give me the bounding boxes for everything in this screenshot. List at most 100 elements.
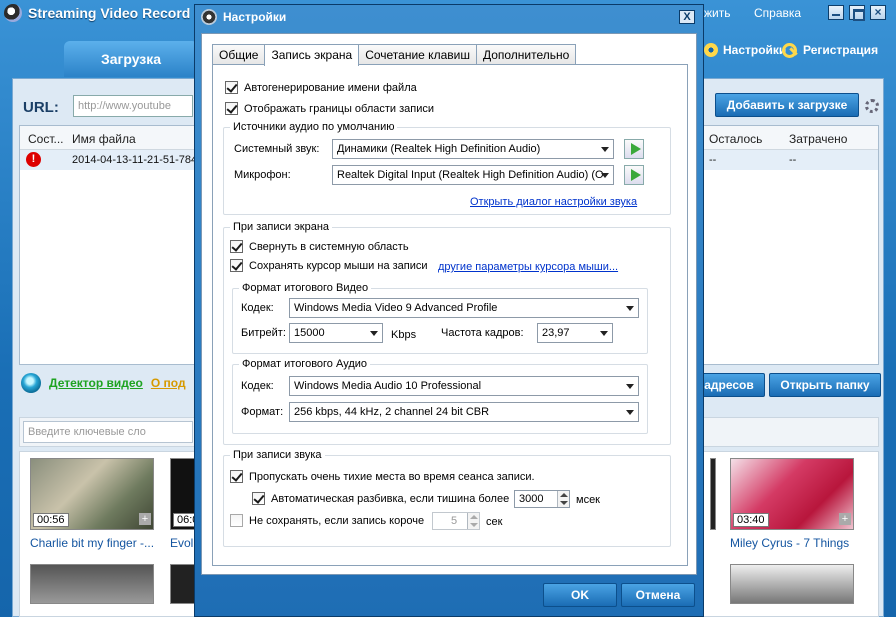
checkbox-label: Сохранять курсор мыши на записи — [249, 259, 428, 272]
checkbox-box[interactable] — [225, 81, 238, 94]
microphone-label: Микрофон: — [234, 169, 291, 181]
checkbox-box[interactable] — [230, 240, 243, 253]
url-label: URL: — [23, 99, 59, 116]
dialog-logo-icon — [201, 9, 217, 25]
chevron-down-icon — [626, 410, 634, 415]
url-input[interactable]: http://www.youtube — [73, 95, 193, 117]
video-thumbnail[interactable]: 03:40 + — [730, 458, 854, 530]
audio-sources-group: Источники аудио по умолчанию Системный з… — [223, 121, 671, 215]
checkbox-label: Свернуть в системную область — [249, 240, 409, 253]
minimize-to-tray-checkbox[interactable]: Свернуть в системную область — [230, 240, 409, 253]
column-status[interactable]: Сост... — [28, 132, 64, 146]
column-remaining[interactable]: Осталось — [709, 132, 762, 146]
audio-format-select[interactable]: 256 kbps, 44 kHz, 2 channel 24 bit CBR — [289, 402, 639, 422]
system-sound-select[interactable]: Динамики (Realtek High Definition Audio) — [332, 139, 614, 159]
checkbox-label: Пропускать очень тихие места во время се… — [249, 470, 535, 483]
video-title[interactable]: Miley Cyrus - 7 Things — [730, 536, 854, 550]
spinner-value: 3000 — [519, 493, 544, 505]
tab-hotkeys[interactable]: Сочетание клавиш — [358, 44, 477, 65]
sound-recording-group: При записи звука Пропускать очень тихие … — [223, 449, 671, 547]
audio-codec-select[interactable]: Windows Media Audio 10 Professional — [289, 376, 639, 396]
tab-general[interactable]: Общие — [212, 44, 266, 65]
select-value: 256 kbps, 44 kHz, 2 channel 24 bit CBR — [294, 406, 490, 418]
menu-item-partial[interactable]: жить — [704, 6, 730, 20]
video-thumbnail[interactable]: 00:56 + — [30, 458, 154, 530]
dont-save-short-checkbox[interactable]: Не сохранять, если запись короче — [230, 514, 424, 527]
add-icon[interactable]: + — [139, 513, 151, 525]
keywords-input[interactable]: Введите ключевые сло — [23, 421, 193, 443]
menu-item-help[interactable]: Справка — [754, 6, 801, 20]
options-gear-icon[interactable] — [865, 99, 879, 113]
dialog-close-button[interactable]: X — [679, 10, 695, 24]
chevron-down-icon — [601, 173, 609, 178]
dialog-tabs: Общие Запись экрана Сочетание клавиш Доп… — [212, 44, 577, 66]
auto-filename-checkbox[interactable]: Автогенерирование имени файла — [225, 81, 417, 94]
group-title: Источники аудио по умолчанию — [230, 121, 398, 133]
app-titlebar: Streaming Video Record — [4, 2, 190, 24]
audio-codec-label: Кодек: — [241, 380, 274, 392]
settings-link[interactable]: Настройки — [704, 43, 786, 57]
video-duration: 03:40 — [733, 513, 769, 527]
group-title: Формат итогового Видео — [239, 282, 372, 294]
play-system-sound-button[interactable] — [624, 139, 644, 159]
tab-screen-recording[interactable]: Запись экрана — [264, 44, 360, 66]
detector-link[interactable]: Детектор видео — [49, 376, 143, 390]
open-folder-button[interactable]: Открыть папку — [769, 373, 881, 397]
cancel-button[interactable]: Отмена — [621, 583, 695, 607]
register-link-label: Регистрация — [803, 43, 879, 57]
settings-dialog: Настройки X Общие Запись экрана Сочетани… — [194, 4, 704, 617]
add-to-download-button[interactable]: Добавить к загрузке — [715, 93, 859, 117]
video-title[interactable]: Charlie bit my finger -... — [30, 536, 154, 550]
select-value: 15000 — [294, 327, 325, 339]
microphone-select[interactable]: Realtek Digital Input (Realtek High Defi… — [332, 165, 614, 185]
close-button[interactable]: × — [870, 5, 886, 20]
column-spent[interactable]: Затрачено — [789, 132, 847, 146]
screen-recording-panel: Автогенерирование имени файла Отображать… — [212, 64, 688, 566]
spinner-arrows-icon[interactable] — [467, 513, 479, 529]
checkbox-box[interactable] — [230, 514, 243, 527]
checkbox-box[interactable] — [230, 259, 243, 272]
video-thumbnail[interactable] — [30, 564, 154, 604]
column-filename[interactable]: Имя файла — [72, 132, 136, 146]
dialog-title: Настройки — [223, 10, 287, 24]
screen-recording-group: При записи экрана Свернуть в системную о… — [223, 221, 671, 445]
maximize-button[interactable] — [849, 5, 865, 21]
play-microphone-button[interactable] — [624, 165, 644, 185]
add-icon[interactable]: + — [839, 513, 851, 525]
audio-format-label: Формат: — [241, 406, 284, 418]
min-length-unit: сек — [486, 516, 503, 528]
tab-advanced[interactable]: Дополнительно — [475, 44, 577, 65]
skip-silence-checkbox[interactable]: Пропускать очень тихие места во время се… — [230, 470, 535, 483]
video-format-group: Формат итогового Видео Кодек: Windows Me… — [232, 282, 648, 354]
tab-download[interactable]: Загрузка — [64, 41, 198, 77]
keep-cursor-checkbox[interactable]: Сохранять курсор мыши на записи — [230, 259, 428, 272]
checkbox-box[interactable] — [252, 492, 265, 505]
silence-threshold-spinner[interactable]: 3000 — [514, 490, 570, 508]
ok-button[interactable]: OK — [543, 583, 617, 607]
video-codec-select[interactable]: Windows Media Video 9 Advanced Profile — [289, 298, 639, 318]
spinner-arrows-icon[interactable] — [557, 491, 569, 507]
key-icon — [782, 43, 798, 58]
video-detector[interactable]: Детектор видео О под — [21, 373, 186, 393]
checkbox-box[interactable] — [230, 470, 243, 483]
group-title: При записи звука — [230, 449, 325, 461]
checkbox-box[interactable] — [225, 102, 238, 115]
video-thumbnail[interactable] — [730, 564, 854, 604]
select-value: 23,97 — [542, 327, 570, 339]
dialog-titlebar[interactable]: Настройки — [195, 5, 703, 29]
video-thumbnail-partial[interactable] — [710, 458, 716, 530]
min-length-spinner[interactable]: 5 — [432, 512, 480, 530]
app-logo-icon — [4, 4, 22, 22]
fps-select[interactable]: 23,97 — [537, 323, 613, 343]
chevron-down-icon — [600, 331, 608, 336]
show-bounds-checkbox[interactable]: Отображать границы области записи — [225, 102, 434, 115]
chevron-down-icon — [626, 384, 634, 389]
register-link[interactable]: Регистрация — [782, 43, 879, 58]
minimize-button[interactable] — [828, 5, 844, 20]
sound-settings-link[interactable]: Открыть диалог настройки звука — [470, 196, 637, 208]
auto-split-checkbox[interactable]: Автоматическая разбивка, если тишина бол… — [252, 492, 509, 505]
cursor-settings-link[interactable]: другие параметры курсора мыши... — [438, 261, 618, 273]
select-value: Realtek Digital Input (Realtek High Defi… — [337, 169, 604, 181]
bitrate-select[interactable]: 15000 — [289, 323, 383, 343]
detector-more-link[interactable]: О под — [151, 376, 186, 390]
